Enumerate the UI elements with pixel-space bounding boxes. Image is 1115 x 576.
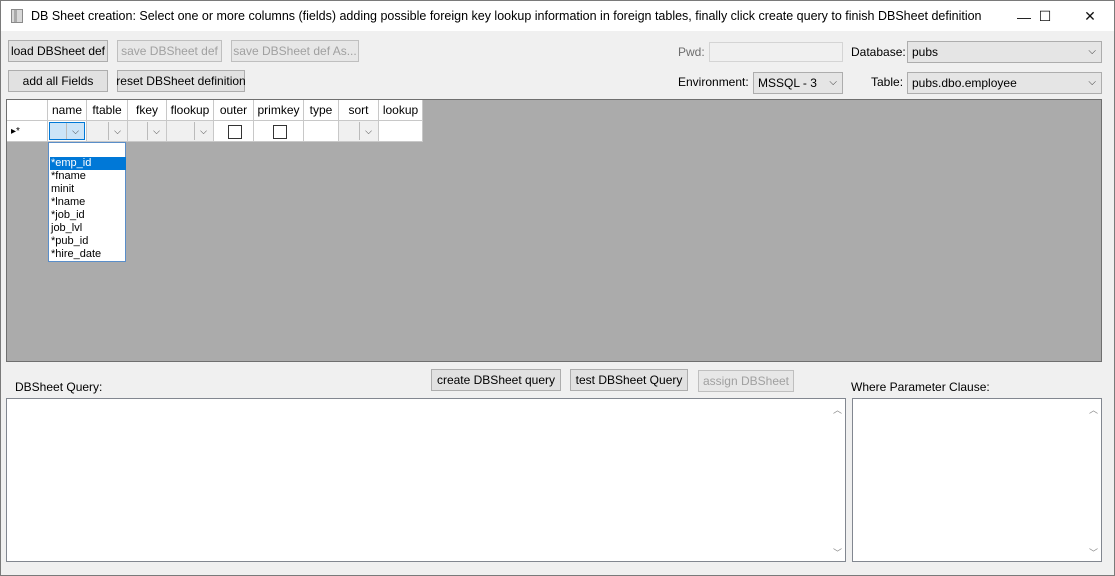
- chevron-down-icon[interactable]: ⌵: [194, 122, 212, 140]
- where-scrollbar[interactable]: ︿ ﹀: [1084, 399, 1101, 561]
- primkey-checkbox[interactable]: [273, 125, 287, 139]
- create-dbsheet-query-button[interactable]: create DBSheet query: [431, 369, 561, 391]
- sort-combo[interactable]: ⌵: [340, 122, 377, 140]
- column-header-lookup[interactable]: lookup: [379, 100, 423, 121]
- column-header-type[interactable]: type: [304, 100, 339, 121]
- add-all-fields-button[interactable]: add all Fields: [8, 70, 108, 92]
- column-header-outer[interactable]: outer: [214, 100, 254, 121]
- dropdown-item[interactable]: *fname: [50, 170, 126, 183]
- environment-value: MSSQL - 3: [758, 76, 817, 90]
- row-header[interactable]: ▸*: [7, 121, 48, 142]
- database-value: pubs: [912, 45, 939, 59]
- flookup-combo[interactable]: ⌵: [168, 122, 212, 140]
- dropdown-item[interactable]: minit: [50, 183, 126, 196]
- table-select[interactable]: pubs.dbo.employee ⌵: [907, 72, 1102, 94]
- maximize-icon: ☐: [1038, 8, 1052, 24]
- pwd-label: Pwd:: [678, 45, 705, 59]
- cell-flookup[interactable]: ⌵: [167, 121, 214, 142]
- dropdown-item[interactable]: [50, 144, 126, 157]
- chevron-down-icon[interactable]: ⌵: [359, 122, 377, 140]
- title-bar: DB Sheet creation: Select one or more co…: [1, 1, 1114, 31]
- reset-dbsheet-definition-button[interactable]: reset DBSheet definition: [116, 70, 246, 92]
- where-clause-textarea[interactable]: [852, 398, 1102, 562]
- column-header-primkey[interactable]: primkey: [254, 100, 304, 121]
- app-icon: [11, 9, 23, 23]
- table-label: Table:: [871, 75, 904, 89]
- dbsheet-query-textarea[interactable]: [6, 398, 846, 562]
- database-select[interactable]: pubs ⌵: [907, 41, 1102, 63]
- outer-checkbox[interactable]: [228, 125, 242, 139]
- chevron-down-icon[interactable]: ⌵: [108, 122, 126, 140]
- close-icon: ✕: [1084, 8, 1096, 24]
- name-combo[interactable]: ⌵: [49, 122, 85, 140]
- ftable-combo[interactable]: ⌵: [88, 122, 126, 140]
- name-dropdown-list[interactable]: *emp_id *fname minit *lname *job_id job_…: [48, 142, 126, 262]
- chevron-down-icon: ⌵: [1088, 46, 1096, 57]
- close-button[interactable]: ✕: [1067, 2, 1113, 31]
- dbsheet-query-label: DBSheet Query:: [15, 380, 103, 394]
- environment-select[interactable]: MSSQL - 3 ⌵: [753, 72, 843, 94]
- dropdown-item[interactable]: *hire_date: [50, 248, 126, 261]
- query-scrollbar[interactable]: ︿ ﹀: [828, 399, 845, 561]
- column-header-name[interactable]: name: [48, 100, 87, 121]
- cell-type[interactable]: [304, 121, 339, 142]
- column-header-ftable[interactable]: ftable: [87, 100, 128, 121]
- where-parameter-clause-label: Where Parameter Clause:: [851, 380, 990, 394]
- chevron-down-icon: ⌵: [829, 77, 837, 88]
- cell-lookup[interactable]: [379, 121, 423, 142]
- fkey-combo[interactable]: ⌵: [129, 122, 165, 140]
- grid-corner-header: [7, 100, 48, 121]
- cell-fkey[interactable]: ⌵: [128, 121, 167, 142]
- save-dbsheet-def-as-button[interactable]: save DBSheet def As...: [231, 40, 359, 62]
- dropdown-item[interactable]: *job_id: [50, 209, 126, 222]
- dropdown-item[interactable]: *lname: [50, 196, 126, 209]
- assign-dbsheet-button[interactable]: assign DBSheet: [698, 370, 794, 392]
- column-header-fkey[interactable]: fkey: [128, 100, 167, 121]
- scroll-down-icon[interactable]: ﹀: [833, 546, 842, 559]
- scroll-up-icon[interactable]: ︿: [1089, 403, 1098, 416]
- chevron-down-icon[interactable]: ⌵: [66, 123, 84, 139]
- pwd-field[interactable]: [709, 42, 843, 62]
- scroll-down-icon[interactable]: ﹀: [1089, 546, 1098, 559]
- dropdown-item[interactable]: *pub_id: [50, 235, 126, 248]
- column-header-flookup[interactable]: flookup: [167, 100, 214, 121]
- cell-ftable[interactable]: ⌵: [87, 121, 128, 142]
- cell-primkey[interactable]: [254, 121, 304, 142]
- table-value: pubs.dbo.employee: [912, 76, 1017, 90]
- cell-sort[interactable]: ⌵: [339, 121, 379, 142]
- save-dbsheet-def-button[interactable]: save DBSheet def: [117, 40, 222, 62]
- window-title: DB Sheet creation: Select one or more co…: [31, 9, 982, 23]
- column-header-sort[interactable]: sort: [339, 100, 379, 121]
- scroll-up-icon[interactable]: ︿: [833, 403, 842, 416]
- environment-label: Environment:: [678, 75, 749, 89]
- cell-name[interactable]: ⌵: [48, 121, 87, 142]
- fields-grid[interactable]: name ftable fkey flookup outer primkey t…: [6, 99, 1102, 362]
- dropdown-item[interactable]: job_lvl: [50, 222, 126, 235]
- load-dbsheet-def-button[interactable]: load DBSheet def: [8, 40, 108, 62]
- chevron-down-icon: ⌵: [1088, 77, 1096, 88]
- maximize-button[interactable]: ☐: [1022, 2, 1068, 31]
- database-label: Database:: [851, 45, 906, 59]
- dropdown-item-selected[interactable]: *emp_id: [50, 157, 126, 170]
- test-dbsheet-query-button[interactable]: test DBSheet Query: [570, 369, 688, 391]
- cell-outer[interactable]: [214, 121, 254, 142]
- chevron-down-icon[interactable]: ⌵: [147, 122, 165, 140]
